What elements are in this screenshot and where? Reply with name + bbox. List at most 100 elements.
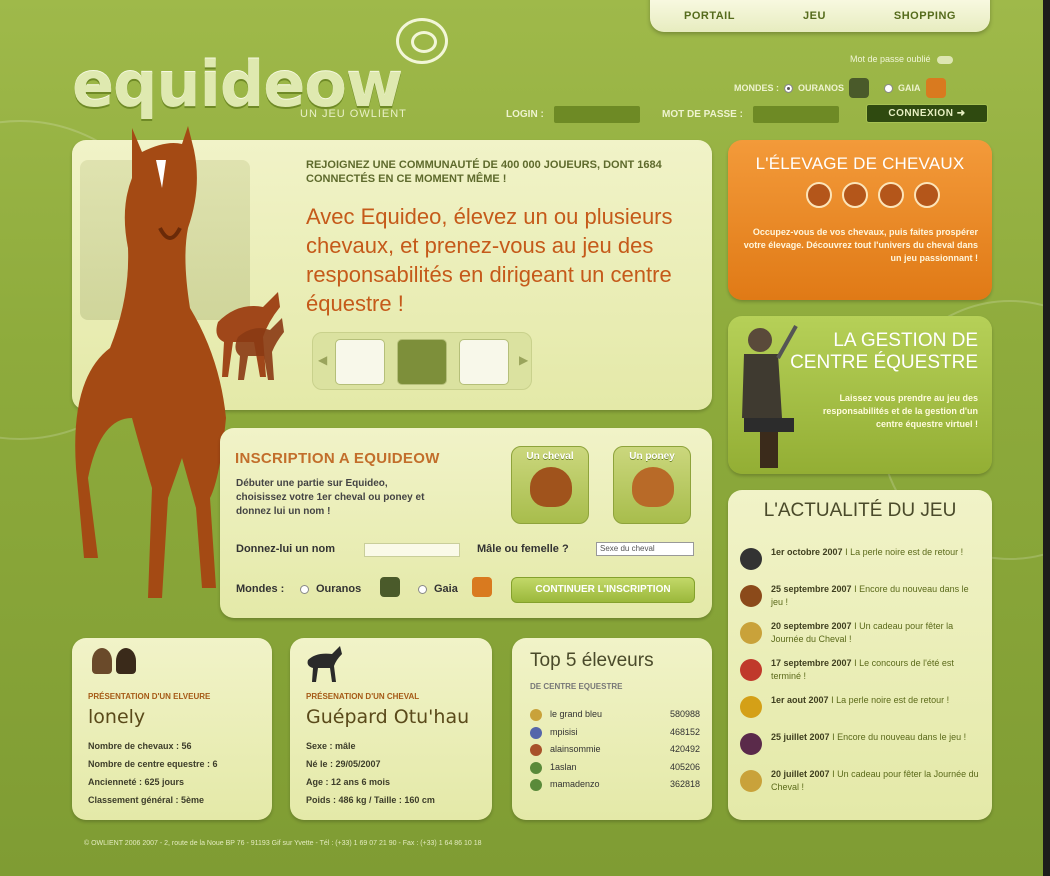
breeder-horses: Nombre de chevaux : 56 [88,741,192,751]
world-ouranos-label: OURANOS [798,83,845,93]
gender-icon [842,182,868,208]
main-horse-illustration[interactable] [70,118,240,618]
carousel-next-icon[interactable]: ▶ [519,353,528,367]
news-separator: I [854,658,857,668]
world-gaia-label: GAIA [898,83,921,93]
rank-medal-icon [530,779,542,791]
breeder-name[interactable]: lonely [88,706,145,728]
world-gaia-radio[interactable] [884,83,894,93]
elevage-title: L'ÉLEVAGE DE CHEVAUX [755,154,965,173]
sex-select[interactable]: Sexe du cheval [596,542,694,556]
news-item[interactable]: 1er aout 2007 I La perle noire est de re… [740,694,980,718]
news-separator: I [845,547,848,557]
horse-name[interactable]: Guépard Otu'hau [306,706,469,728]
footer: © OWLIENT 2006 2007 - 2, route de la Nou… [84,840,482,847]
elevage-text: Occupez-vous de vos chevaux, puis faites… [743,227,978,263]
rank-score: 362818 [669,779,700,789]
top5-row[interactable]: le grand bleu 580988 [530,709,700,721]
avatar-icon [116,648,136,674]
news-date: 1er octobre 2007 [771,547,843,557]
top5-row[interactable]: 1aslan 405206 [530,761,700,774]
password-input[interactable] [752,105,839,123]
news-date: 20 septembre 2007 [771,621,852,631]
news-item[interactable]: 25 juillet 2007 I Encore du nouveau dans… [740,731,980,755]
connexion-label: CONNEXION [888,108,954,119]
continue-registration-button[interactable]: CONTINUER L'INSCRIPTION [511,577,695,603]
rank-name: alainsommie [550,744,601,754]
inscription-description: Débuter une partie sur Equideo, choisiss… [236,478,425,517]
news-text: La perle noire est de retour ! [836,695,950,705]
trophy-icon [878,182,904,208]
horseshoe-icon [740,770,762,792]
grapes-icon [740,733,762,755]
news-item[interactable]: 20 septembre 2007 I Un cadeau pour fêter… [740,620,980,646]
horseshoe-icon [740,622,762,644]
connexion-button[interactable]: CONNEXION ➜ [866,104,988,123]
password-label: MOT DE PASSE : [662,108,743,120]
news-item[interactable]: 25 septembre 2007 I Encore du nouveau da… [740,583,980,609]
gestion-title-line2: CENTRE ÉQUESTRE [790,352,978,373]
carousel-thumb[interactable] [397,339,447,385]
news-item[interactable]: 1er octobre 2007 I La perle noire est de… [740,546,980,570]
news-item[interactable]: 17 septembre 2007 I Le concours de l'été… [740,657,980,683]
carousel-thumb[interactable] [459,339,509,385]
breeder-caption: PRÉSENTATION D'UN ELVEURE [88,692,211,701]
news-item[interactable]: 20 juillet 2007 I Un cadeau pour fêter l… [740,768,980,794]
rank-medal-icon [530,761,542,774]
potion-icon [740,659,762,681]
horse-caption: PRÉSENATION D'UN CHEVAL [306,692,420,701]
gaia-horse-icon [925,78,946,98]
carousel-thumb[interactable] [335,339,385,385]
password-row: MOT DE PASSE : [662,104,839,124]
login-input[interactable] [553,105,640,123]
top5-row[interactable]: mpisisi 468152 [530,726,700,739]
rank-name: le grand bleu [550,709,603,719]
news-separator: I [832,732,835,742]
ouranos-horse-icon [849,78,870,98]
news-separator: I [854,584,857,594]
top5-title: Top 5 éleveurs [530,650,654,671]
top5-row[interactable]: alainsommie 420492 [530,744,700,756]
news-item-body: 1er aout 2007 I La perle noire est de re… [771,694,980,707]
news-item-body: 1er octobre 2007 I La perle noire est de… [771,546,980,559]
nav-jeu[interactable]: JEU [803,10,826,22]
horse-sex: Sexe : mâle [306,741,356,751]
screenshot-carousel: ◀ ▶ [312,332,532,390]
top5-row[interactable]: mamadenzo 362818 [530,779,700,791]
nav-portail[interactable]: PORTAIL [684,10,735,22]
inscription-gaia-label: Gaia [434,583,458,595]
pony-head-icon [632,467,674,507]
breeder-ranking: Classement général : 5ème [88,795,205,805]
news-text: Encore du nouveau dans le jeu ! [837,732,967,742]
page: PORTAIL JEU SHOPPING equideow UN JEU OWL… [0,0,1043,876]
rank-score: 468152 [669,726,700,737]
login-row: LOGIN : [506,104,640,124]
news-date: 20 juillet 2007 [771,769,830,779]
horse-weight: Poids : 486 kg / Taille : 160 cm [306,795,435,805]
choose-pony-button[interactable]: Un poney [613,446,691,524]
news-date: 1er aout 2007 [771,695,829,705]
news-date: 25 septembre 2007 [771,584,852,594]
news-item-body: 17 septembre 2007 I Le concours de l'été… [771,657,980,683]
logo-tagline: UN JEU OWLIENT [300,108,407,120]
lost-password-link[interactable]: Mot de passe oublié [850,54,953,64]
ouranos-horse-icon [380,577,400,597]
rank-score: 580988 [669,709,700,719]
inscription-gaia-radio[interactable] [418,585,427,594]
sex-label: Mâle ou femelle ? [477,543,569,555]
world-ouranos-radio[interactable] [784,83,793,93]
login-arrow-icon: ➜ [956,108,966,119]
news-text: La perle noire est de retour ! [850,547,964,557]
horse-age: Age : 12 ans 6 mois [306,777,391,787]
arrow-icon [936,55,953,64]
black-pearl-icon [740,548,762,570]
inscription-ouranos-radio[interactable] [300,585,309,594]
news-separator: I [831,695,834,705]
avatar-icon [92,648,112,674]
carousel-prev-icon[interactable]: ◀ [318,353,327,367]
horse-name-input[interactable] [364,543,460,557]
news-separator: I [854,621,857,631]
elevage-icons [806,182,940,208]
choose-horse-button[interactable]: Un cheval [511,446,589,524]
nav-shopping[interactable]: SHOPPING [894,10,956,22]
